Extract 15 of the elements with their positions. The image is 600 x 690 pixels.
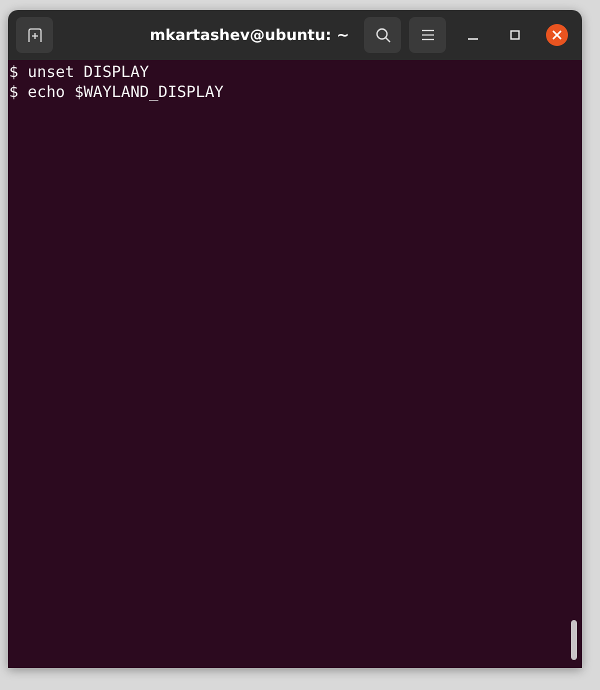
terminal-line: $ echo $WAYLAND_DISPLAY	[9, 82, 225, 102]
scrollbar-thumb[interactable]	[571, 620, 577, 660]
maximize-icon	[510, 30, 520, 40]
search-button[interactable]	[364, 17, 401, 53]
terminal-line: $ unset DISPLAY	[9, 62, 150, 82]
search-icon	[374, 27, 390, 43]
terminal-area[interactable]: $ unset DISPLAY $ echo $WAYLAND_DISPLAY	[8, 60, 582, 668]
minimize-icon	[468, 38, 478, 40]
close-icon	[552, 30, 562, 40]
menu-icon	[420, 29, 434, 41]
menu-button[interactable]	[409, 17, 446, 53]
new-tab-button[interactable]	[16, 17, 53, 53]
window-title: mkartashev@ubuntu: ~	[148, 26, 350, 44]
new-tab-icon	[26, 27, 42, 43]
close-button[interactable]	[546, 24, 568, 46]
